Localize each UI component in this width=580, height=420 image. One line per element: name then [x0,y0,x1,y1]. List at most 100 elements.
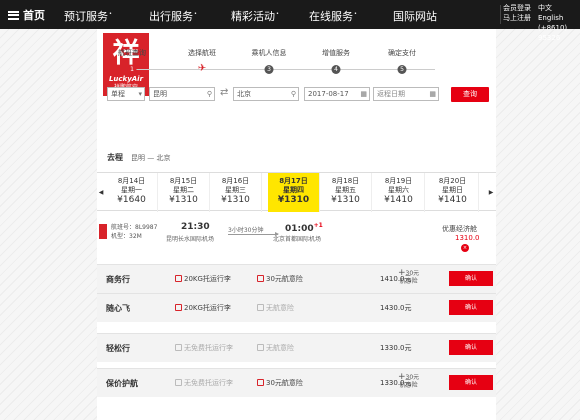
collapse-close-icon[interactable]: × [461,244,469,252]
fare-addon: +30元 航意险 [398,268,420,286]
confirm-button[interactable]: 确认 [449,375,493,390]
nav-item-activities[interactable]: 精彩活动• [231,8,279,24]
confirm-button[interactable]: 确认 [449,300,493,315]
date-cell-0816[interactable]: 8月16日 星期三 ¥1310 [210,173,262,212]
fare-baggage: 无免费托运行李 [175,378,233,388]
next-dates-arrow-icon[interactable]: ▶ [487,173,495,212]
luggage-icon [175,344,182,351]
member-login-link[interactable]: 会员登录 [500,3,534,13]
fare-row-business: 商务行 20KG托运行李 30元航意险 1410.0元 +30元 航意险 确认 [97,264,496,293]
lang-chinese[interactable]: 中文 [538,4,552,12]
fare-row-easy: 轻松行 无免费托运行李 无航意险 1330.0元 确认 [97,333,496,362]
departure-time: 21:30 [181,222,210,232]
departure-airport: 昆明长水国际机场 [166,236,215,243]
step-label-2: 选择航班 [188,49,216,57]
top-navigation-bar: 首页 预订服务• 出行服务• 精彩活动• 在线服务• 国际网站 会员登录 马上注… [0,0,580,42]
cabin-price: 1310.0 [455,234,480,242]
nav-item-booking[interactable]: 预订服务• [64,8,112,24]
fare-insurance: 无航意险 [257,343,294,353]
date-cell-0819[interactable]: 8月19日 星期六 ¥1410 [373,173,425,212]
fare-name: 随心飞 [106,304,130,313]
flight-number: 航班号：8L9987 [111,224,158,231]
shield-icon [257,379,264,386]
shield-icon [257,344,264,351]
step-label-5: 确定支付 [388,49,416,57]
date-cell-0815[interactable]: 8月15日 星期二 ¥1310 [158,173,210,212]
fare-insurance: 30元航意险 [257,378,303,388]
step-circle-5: 5 [397,65,407,74]
location-pin-icon: ⚲ [206,90,212,98]
home-label: 首页 [23,9,45,22]
nav-item-travel[interactable]: 出行服务• [149,8,197,24]
airline-logo-icon [99,224,107,239]
background-pattern-left [0,29,97,420]
fare-price: 1430.0元 [380,304,412,312]
trip-route: 昆明 — 北京 [131,154,171,162]
dropdown-dot-icon: • [354,11,357,18]
phone-number: (+8610) 95326 [538,24,568,42]
fare-price: 1330.0元 [380,344,412,352]
fare-baggage: 20KG托运行李 [175,274,231,284]
step-label-1: 航班查询 [118,49,146,57]
luggage-icon [175,304,182,311]
register-link[interactable]: 马上注册 [500,13,534,23]
flight-duration: 3小时30分钟 [228,227,264,234]
chevron-down-icon: ▾ [138,90,142,98]
lang-english[interactable]: English [538,14,563,22]
duration-arrow-icon [228,232,279,236]
fare-row-protect: 保价护航 无免费托运行李 30元航意险 1330.0元 +30元 航意险 确认 [97,368,496,397]
cabin-class: 优惠经济舱 [442,225,477,233]
fare-insurance: 30元航意险 [257,274,303,284]
calendar-icon: ▦ [360,90,367,98]
arrival-time: 01:00+1 [285,222,323,234]
steps-line [135,69,435,70]
home-link[interactable]: 首页 [8,7,45,23]
destination-input[interactable]: 北京 ⚲ [233,87,299,101]
date-cell-0820[interactable]: 8月20日 星期日 ¥1410 [427,173,479,212]
dropdown-dot-icon: • [194,11,197,18]
dropdown-dot-icon: • [109,11,112,18]
flight-info: 航班号：8L9987 机型：32M [111,223,157,241]
menu-icon[interactable] [8,10,19,20]
search-button[interactable]: 查询 [451,87,489,102]
step-label-4: 增值服务 [322,49,350,57]
fare-baggage: 20KG托运行李 [175,303,231,313]
nav-item-online-service[interactable]: 在线服务• [309,8,357,24]
date-cell-0817-selected[interactable]: 8月17日 星期四 ¥1310 [268,173,320,212]
background-pattern-right [496,29,580,420]
confirm-button[interactable]: 确认 [449,271,493,286]
fare-name: 商务行 [106,275,130,284]
return-date-input[interactable]: 返程日期 ▦ [373,87,439,101]
step-label-3: 乘机人信息 [251,49,287,57]
flight-row: 航班号：8L9987 机型：32M 21:30 昆明长水国际机场 3小时30分钟… [97,216,496,260]
fare-row-flex: 随心飞 20KG托运行李 无航意险 1430.0元 确认 [97,293,496,322]
depart-date-input[interactable]: 2017-08-17 ▦ [304,87,370,101]
member-links: 会员登录 马上注册 [500,3,534,23]
date-cell-0818[interactable]: 8月18日 星期五 ¥1310 [320,173,372,212]
location-pin-icon: ⚲ [290,90,296,98]
fare-baggage: 无免费托运行李 [175,343,233,353]
origin-input[interactable]: 昆明 ⚲ [149,87,215,101]
trip-label: 去程 [107,153,123,162]
step-circle-3: 3 [264,65,274,74]
fare-insurance: 无航意险 [257,303,294,313]
aircraft-type: 机型：32M [111,233,142,240]
luggage-icon [175,379,182,386]
shield-icon [257,304,264,311]
fare-name: 保价护航 [106,379,138,388]
shield-icon [257,275,264,282]
date-cell-0814[interactable]: 8月14日 星期一 ¥1640 [106,173,158,212]
arrival-airport: 北京首都国际机场 [273,236,322,243]
plane-icon: ✈ [197,63,207,74]
prev-dates-arrow-icon[interactable]: ◀ [97,173,105,212]
step-circle-4: 4 [331,65,341,74]
step-circle-1: 1 [127,65,137,74]
next-day-badge: +1 [313,222,323,229]
date-price-strip: ◀ 8月14日 星期一 ¥1640 8月15日 星期二 ¥1310 8月16日 星期三 ¥1… [97,172,496,212]
trip-type-select[interactable]: 单程 ▾ [107,87,145,101]
trip-direction: 去程 昆明 — 北京 [107,152,170,163]
nav-item-international[interactable]: 国际网站 [393,8,437,24]
swap-arrows-icon[interactable]: ⇄ [220,87,228,98]
confirm-button[interactable]: 确认 [449,340,493,355]
fare-addon: +30元 航意险 [398,372,420,390]
